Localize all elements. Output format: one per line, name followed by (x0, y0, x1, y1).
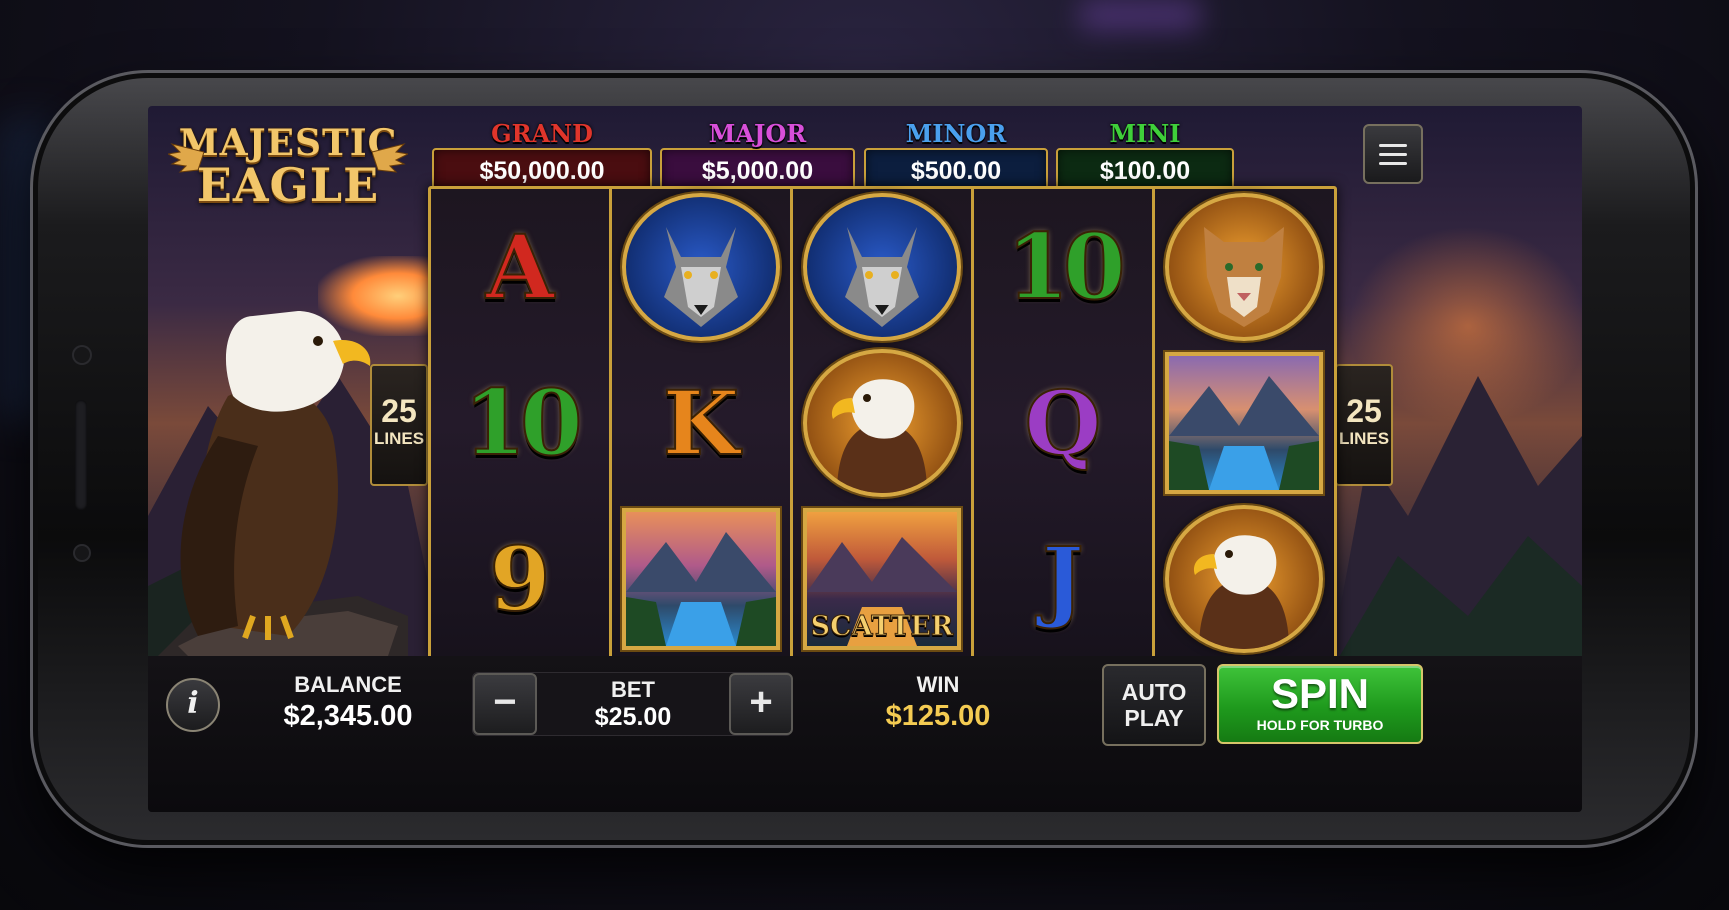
eagle-icon (1165, 505, 1323, 653)
reel-cell (793, 345, 971, 501)
game-screen: MAJESTIC EAGLE GRAND $50,000.00 MAJOR $5… (148, 106, 1582, 812)
symbol-k: K (662, 370, 740, 476)
paylines-badge-left: 25 LINES (370, 364, 428, 486)
reel-2: K (612, 189, 790, 657)
reel-cell (1155, 189, 1333, 345)
jackpot-grand: GRAND $50,000.00 (432, 119, 652, 194)
spin-label: SPIN (1270, 670, 1370, 717)
wing-left-icon (168, 143, 204, 173)
mountain-lake-icon (1165, 352, 1323, 494)
jackpot-major: MAJOR $5,000.00 (660, 119, 855, 194)
reel-cell (612, 189, 790, 345)
info-button[interactable]: i (166, 678, 220, 732)
jackpot-mini: MINI $100.00 (1056, 119, 1234, 194)
hamburger-menu-icon[interactable] (1363, 124, 1423, 184)
reel-cell (612, 501, 790, 657)
bet-control: − BET $25.00 + (472, 672, 793, 736)
bet-value: $25.00 (594, 703, 672, 731)
reel-cell: 10 (974, 189, 1152, 345)
reel-cell (1155, 345, 1333, 501)
reel-cell: SCATTER (793, 501, 971, 657)
symbol-a: A (485, 214, 555, 320)
reel-cell: Q (974, 345, 1152, 501)
jackpot-grand-label: GRAND (491, 119, 593, 148)
paylines-badge-right: 25 LINES (1335, 364, 1393, 486)
reel-cell: J (974, 501, 1152, 657)
symbol-9: 9 (488, 526, 551, 632)
spin-button[interactable]: SPIN HOLD FOR TURBO (1217, 664, 1423, 744)
reel-cell: A (431, 189, 609, 345)
scatter-icon: SCATTER (803, 508, 961, 650)
eagle-icon (803, 349, 961, 497)
symbol-q: Q (1024, 370, 1103, 476)
autoplay-button[interactable]: AUTO PLAY (1102, 664, 1206, 746)
autoplay-label-line1: AUTO (1121, 679, 1187, 705)
background-glow (1080, 0, 1200, 30)
spin-hold-hint: HOLD FOR TURBO (1256, 717, 1384, 733)
paylines-count: 25 (381, 393, 417, 429)
scatter-label: SCATTER (810, 611, 954, 643)
bet-label: BET (611, 677, 655, 702)
phone-frame: MAJESTIC EAGLE GRAND $50,000.00 MAJOR $5… (30, 70, 1698, 848)
reel-cell: K (612, 345, 790, 501)
sensor-icon (75, 546, 89, 560)
symbol-10: 10 (1005, 213, 1126, 321)
paylines-label: LINES (373, 429, 425, 448)
cougar-icon (1165, 193, 1323, 341)
control-bar: i BALANCE $2,345.00 − BET $25.00 + WIN $… (148, 656, 1582, 812)
reel-cell (793, 189, 971, 345)
symbol-j: J (1041, 526, 1085, 632)
bet-decrease-button[interactable]: − (473, 673, 537, 735)
game-logo: MAJESTIC EAGLE (168, 124, 408, 208)
bet-increase-button[interactable]: + (729, 673, 793, 735)
reel-cell: 9 (431, 501, 609, 657)
paylines-label: LINES (1338, 429, 1390, 448)
wolf-icon (803, 193, 961, 341)
reel-grid: A 10 9 K SCATTER 10 Q J (428, 186, 1337, 660)
reel-5 (1155, 189, 1333, 657)
reel-cell (1155, 501, 1333, 657)
win-value: $125.00 (885, 700, 991, 732)
jackpot-minor: MINOR $500.00 (864, 119, 1048, 194)
camera-icon (74, 347, 90, 363)
reel-cell: 10 (431, 345, 609, 501)
symbol-10: 10 (462, 369, 583, 477)
balance-value: $2,345.00 (283, 700, 413, 732)
balance-label: BALANCE (294, 672, 402, 697)
speaker-grille (75, 400, 87, 510)
wing-right-icon (372, 143, 408, 173)
paylines-count: 25 (1346, 393, 1382, 429)
jackpot-mini-label: MINI (1109, 119, 1181, 148)
win-label: WIN (916, 672, 960, 697)
mountain-lake-icon (622, 508, 780, 650)
reel-1: A 10 9 (431, 189, 609, 657)
jackpot-minor-label: MINOR (905, 119, 1007, 148)
wolf-icon (622, 193, 780, 341)
reel-3: SCATTER (793, 189, 971, 657)
reel-4: 10 Q J (974, 189, 1152, 657)
autoplay-label-line2: PLAY (1124, 705, 1184, 731)
jackpot-major-label: MAJOR (708, 119, 807, 148)
